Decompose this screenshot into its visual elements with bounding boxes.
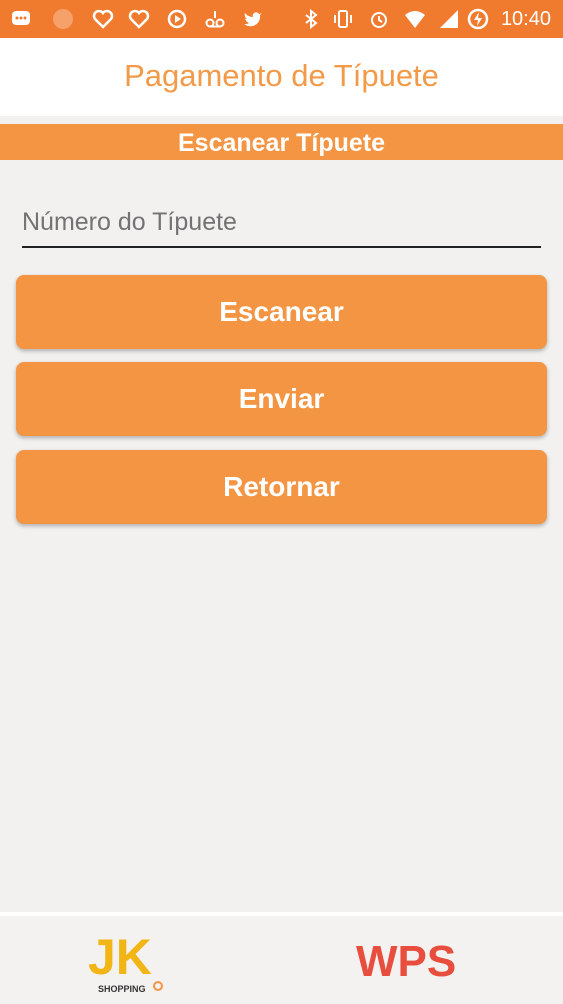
scan-button[interactable]: Escanear bbox=[16, 275, 547, 349]
alarm-icon bbox=[371, 12, 387, 28]
svg-text:WPS: WPS bbox=[356, 937, 456, 984]
heart-icon bbox=[128, 9, 150, 29]
wps-logo: WPS bbox=[356, 937, 456, 984]
ticket-number-input[interactable] bbox=[22, 198, 541, 248]
wifi-icon bbox=[405, 11, 425, 28]
status-bar: 10:40 bbox=[0, 0, 563, 38]
signal-icon bbox=[440, 10, 458, 28]
page-title: Pagamento de Típuete bbox=[124, 58, 439, 93]
bluetooth-icon bbox=[305, 8, 318, 30]
heart-icon bbox=[92, 9, 114, 29]
app-bar: Pagamento de Típuete bbox=[0, 38, 563, 116]
return-button[interactable]: Retornar bbox=[16, 450, 547, 524]
svg-text:JK: JK bbox=[88, 929, 152, 985]
twitter-icon bbox=[244, 12, 262, 27]
svg-text:SHOPPING: SHOPPING bbox=[98, 984, 146, 994]
footer: JK SHOPPING WPS bbox=[0, 912, 563, 1004]
status-time: 10:40 bbox=[500, 8, 551, 30]
voicemail-icon bbox=[205, 11, 225, 28]
vibrate-icon bbox=[334, 10, 352, 28]
send-button[interactable]: Enviar bbox=[16, 362, 547, 436]
jk-shopping-logo: JK SHOPPING bbox=[88, 929, 163, 994]
orange-circle-icon bbox=[53, 9, 73, 29]
battery-charging-icon bbox=[467, 8, 489, 30]
section-header: Escanear Típuete bbox=[0, 124, 563, 160]
message-icon bbox=[12, 11, 30, 25]
section-title: Escanear Típuete bbox=[177, 129, 386, 157]
clock-icon bbox=[167, 9, 187, 29]
